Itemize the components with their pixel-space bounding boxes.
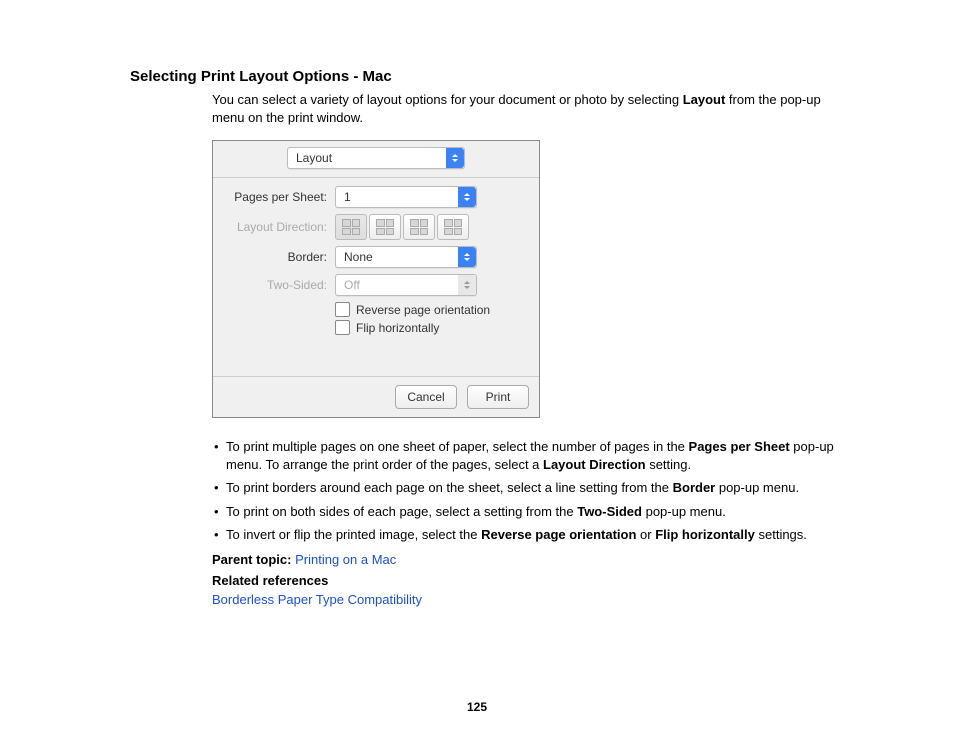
- grid-icon: [376, 219, 394, 235]
- list-item: To invert or flip the printed image, sel…: [212, 526, 839, 544]
- border-popup[interactable]: None: [335, 246, 477, 268]
- layout-direction-label: Layout Direction:: [223, 220, 335, 234]
- grid-icon: [410, 219, 428, 235]
- grid-icon: [444, 219, 462, 235]
- two-sided-label: Two-Sided:: [223, 278, 335, 292]
- border-label: Border:: [223, 250, 335, 264]
- checkbox-icon[interactable]: [335, 320, 350, 335]
- layout-direction-option-3[interactable]: [403, 214, 435, 240]
- layout-direction-option-2[interactable]: [369, 214, 401, 240]
- print-layout-dialog: Layout Pages per Sheet: 1 Layout Di: [212, 140, 540, 418]
- flip-horizontally-checkbox-row[interactable]: Flip horizontally: [335, 320, 529, 335]
- bullet-list: To print multiple pages on one sheet of …: [212, 438, 839, 544]
- pages-per-sheet-popup[interactable]: 1: [335, 186, 477, 208]
- layout-direction-option-4[interactable]: [437, 214, 469, 240]
- parent-topic-link[interactable]: Printing on a Mac: [295, 552, 396, 567]
- reverse-orientation-checkbox-row[interactable]: Reverse page orientation: [335, 302, 529, 317]
- chevrons-icon: [446, 148, 464, 168]
- grid-icon: [342, 219, 360, 235]
- pages-per-sheet-label: Pages per Sheet:: [223, 190, 335, 204]
- chevrons-icon: [458, 275, 476, 295]
- reverse-orientation-label: Reverse page orientation: [356, 303, 490, 317]
- related-reference-link[interactable]: Borderless Paper Type Compatibility: [212, 592, 839, 607]
- intro-text: You can select a variety of layout optio…: [212, 91, 839, 126]
- checkbox-icon[interactable]: [335, 302, 350, 317]
- intro-pre: You can select a variety of layout optio…: [212, 92, 683, 107]
- page-title: Selecting Print Layout Options - Mac: [130, 68, 839, 85]
- two-sided-popup: Off: [335, 274, 477, 296]
- pages-per-sheet-value: 1: [336, 190, 458, 204]
- parent-topic: Parent topic: Printing on a Mac: [212, 552, 839, 567]
- layout-direction-segment[interactable]: [335, 214, 529, 240]
- intro-bold: Layout: [683, 92, 726, 107]
- chevrons-icon: [458, 247, 476, 267]
- parent-topic-label: Parent topic:: [212, 552, 291, 567]
- layout-popup[interactable]: Layout: [287, 147, 465, 169]
- print-button[interactable]: Print: [467, 385, 529, 409]
- flip-horizontally-label: Flip horizontally: [356, 321, 439, 335]
- related-references-label: Related references: [212, 573, 839, 588]
- cancel-button[interactable]: Cancel: [395, 385, 457, 409]
- layout-direction-option-1[interactable]: [335, 214, 367, 240]
- chevrons-icon: [458, 187, 476, 207]
- list-item: To print on both sides of each page, sel…: [212, 503, 839, 521]
- page-number: 125: [0, 700, 954, 714]
- border-value: None: [336, 250, 458, 264]
- list-item: To print multiple pages on one sheet of …: [212, 438, 839, 473]
- two-sided-value: Off: [336, 278, 458, 292]
- layout-popup-value: Layout: [288, 151, 446, 165]
- list-item: To print borders around each page on the…: [212, 479, 839, 497]
